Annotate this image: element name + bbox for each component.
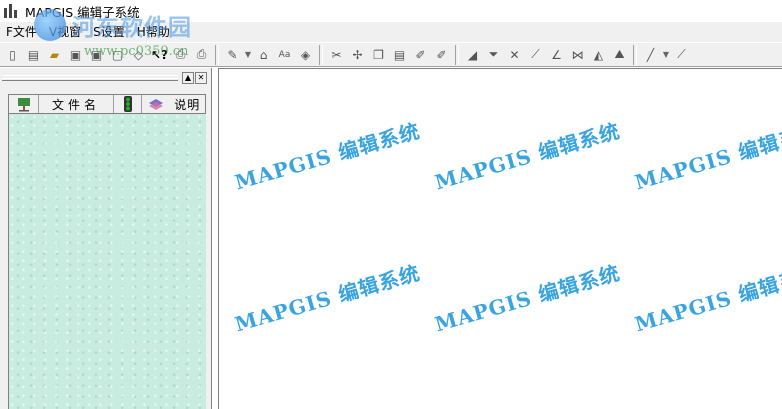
column-description-label: 说明 — [174, 97, 201, 112]
angle-line-icon[interactable]: ∠ — [546, 44, 567, 65]
close-file-icon[interactable]: ▢ — [107, 44, 128, 65]
list-header: 文件名 说明 — [8, 94, 206, 114]
pane-grip-inner — [2, 78, 178, 81]
new-doc-icon[interactable]: ▤ — [23, 44, 44, 65]
open-folder-icon[interactable]: ▰ — [44, 44, 65, 65]
tree-view-icon[interactable] — [9, 95, 39, 113]
toolbar-separator — [319, 44, 323, 65]
canvas-watermark: MAPGIS 编辑系统 — [632, 118, 782, 195]
close-pane-icon[interactable]: ✕ — [195, 72, 207, 84]
menu-bar: F文件 V视窗 S设置 H帮助 — [0, 22, 782, 42]
draw-line-icon[interactable]: ╱ — [640, 44, 661, 65]
menu-file[interactable]: F文件 — [0, 22, 43, 42]
merge-icon[interactable]: ⋈ — [567, 44, 588, 65]
edit-attr-icon[interactable]: ✐ — [410, 44, 431, 65]
context-help-icon[interactable]: ↖? — [149, 44, 170, 65]
pane-caption: ▲ ✕ — [2, 72, 207, 86]
main-toolbar: ▯ ▤ ▰ ▣ ▣ ▢ ◇ ↖? ⎙ ⎙ ✎ ▼ ⌂ Aa ◈ ✂ ✢ ❐ ▤ … — [0, 42, 782, 67]
canvas-watermark: MAPGIS 编辑系统 — [432, 260, 623, 337]
save-all-icon[interactable]: ▣ — [86, 44, 107, 65]
canvas-watermark: MAPGIS 编辑系统 — [232, 118, 423, 195]
print-preview-icon[interactable]: ⎙ — [170, 44, 191, 65]
shape-icon[interactable]: ◭ — [588, 44, 609, 65]
window-title: MAPGIS 编辑子系统 — [25, 4, 140, 20]
column-filename[interactable]: 文件名 — [39, 95, 114, 113]
print-icon[interactable]: ⎙ — [191, 44, 212, 65]
extra-tool-icon[interactable]: ⟋ — [671, 44, 692, 65]
canvas-watermark: MAPGIS 编辑系统 — [432, 118, 623, 195]
point-edit-icon[interactable]: ⌂ — [253, 44, 274, 65]
mapgis-app-icon[interactable] — [2, 2, 20, 20]
funnel-icon[interactable]: ⏷ — [483, 44, 504, 65]
node-edit-icon[interactable]: ◈ — [295, 44, 316, 65]
map-canvas[interactable]: MAPGIS 编辑系统 MAPGIS 编辑系统 MAPGIS 编辑系统 MAPG… — [218, 68, 782, 409]
menu-settings[interactable]: S设置 — [87, 22, 131, 42]
layer-icon[interactable]: ◇ — [128, 44, 149, 65]
save-icon[interactable]: ▣ — [65, 44, 86, 65]
toolbar-separator — [633, 44, 637, 65]
new-file-icon[interactable]: ▯ — [2, 44, 23, 65]
column-filename-label: 文件名 — [51, 97, 100, 112]
copy-icon[interactable]: ❐ — [368, 44, 389, 65]
traffic-light-icon[interactable] — [114, 95, 142, 113]
column-description[interactable]: 说明 — [142, 95, 205, 113]
toolbar-separator — [455, 44, 459, 65]
file-list-pane: ▲ ✕ 文件名 说明 — [0, 68, 212, 409]
canvas-watermark: MAPGIS 编辑系统 — [232, 260, 423, 337]
cut-icon[interactable]: ✂ — [326, 44, 347, 65]
pen-tool-icon[interactable]: ✎ — [222, 44, 243, 65]
text-edit-icon[interactable]: Aa — [274, 44, 295, 65]
paste-icon[interactable]: ▤ — [389, 44, 410, 65]
title-bar: MAPGIS 编辑子系统 — [0, 0, 782, 22]
canvas-watermark: MAPGIS 编辑系统 — [632, 260, 782, 337]
menu-view[interactable]: V视窗 — [43, 22, 87, 42]
maximize-pane-icon[interactable]: ▲ — [182, 72, 194, 84]
edit-param-icon[interactable]: ✐ — [431, 44, 452, 65]
line-tool-icon[interactable]: ◢ — [462, 44, 483, 65]
toolbar-separator — [215, 44, 219, 65]
connect-line-icon[interactable]: ⟋ — [525, 44, 546, 65]
dropdown-arrow-icon[interactable]: ▼ — [661, 50, 671, 59]
layers-stack-icon — [148, 99, 163, 110]
dropdown-arrow-icon[interactable]: ▼ — [243, 50, 253, 59]
menu-help[interactable]: H帮助 — [131, 22, 176, 42]
split-line-icon[interactable]: ✕ — [504, 44, 525, 65]
region-icon[interactable]: ⛰ — [609, 44, 630, 65]
file-list-body[interactable] — [8, 114, 206, 409]
move-icon[interactable]: ✢ — [347, 44, 368, 65]
